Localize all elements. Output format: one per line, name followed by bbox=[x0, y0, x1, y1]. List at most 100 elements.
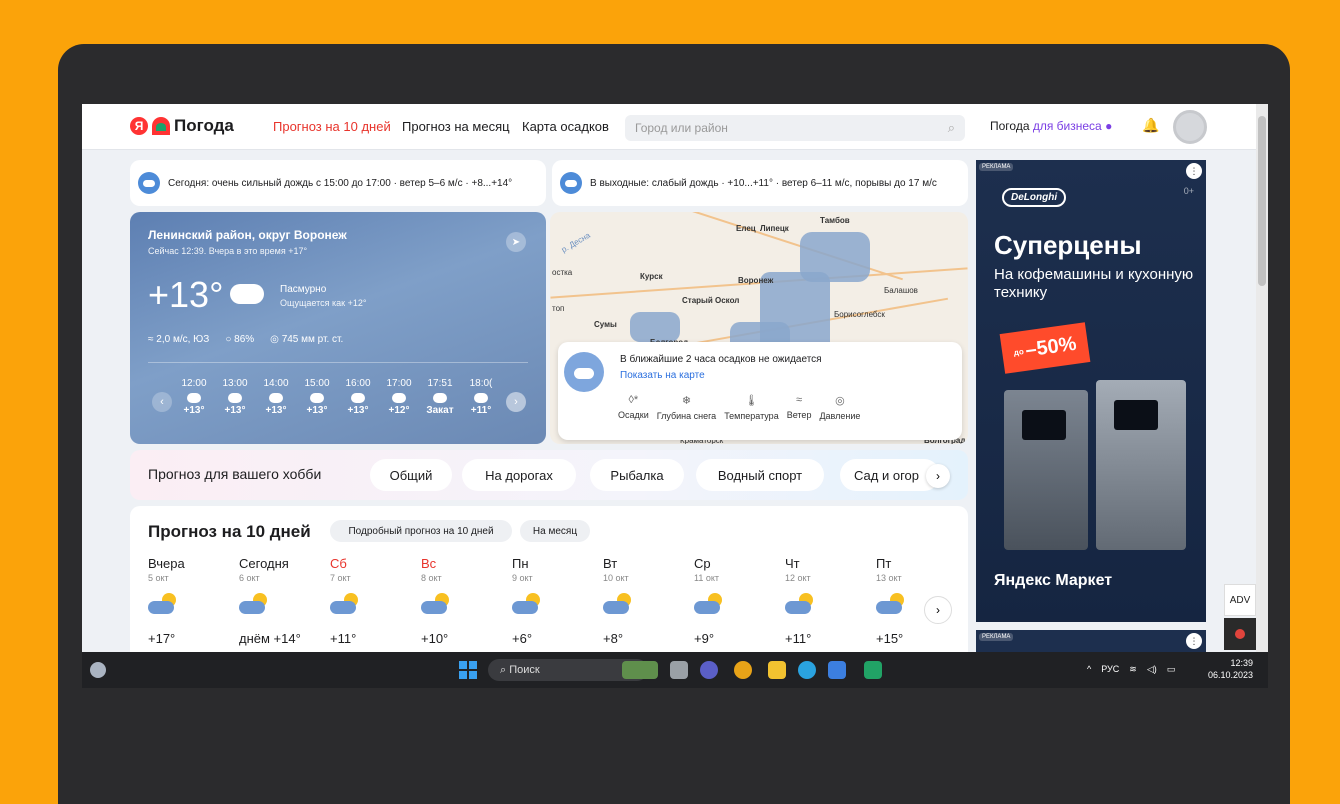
day-date: 9 окт bbox=[512, 573, 533, 583]
forecast-day[interactable]: Чт 12 окт +11° bbox=[785, 556, 876, 646]
ad-subline: На кофемашины и кухонную технику bbox=[994, 266, 1194, 301]
task-view-icon[interactable] bbox=[670, 661, 688, 679]
cloud-icon bbox=[230, 284, 264, 304]
precip-icon: ◊* bbox=[628, 394, 639, 406]
map-city: Борисоглебск bbox=[834, 310, 885, 319]
day-temp: +11° bbox=[330, 631, 357, 646]
store-icon[interactable] bbox=[828, 661, 846, 679]
search-icon[interactable]: ⌕ bbox=[948, 120, 955, 136]
more-icon[interactable]: ⋮ bbox=[1186, 633, 1202, 649]
day-date: 11 окт bbox=[694, 573, 720, 583]
nav-month[interactable]: Прогноз на месяц bbox=[402, 119, 510, 134]
clock[interactable]: 12:39 06.10.2023 bbox=[1208, 657, 1253, 681]
windows-start-icon[interactable] bbox=[459, 661, 477, 679]
hobby-chip-general[interactable]: Общий bbox=[370, 459, 452, 491]
day-temp: +17° bbox=[148, 631, 176, 646]
forecast-day[interactable]: Сб 7 окт +11° bbox=[330, 556, 421, 646]
volume-icon[interactable]: ◁) bbox=[1147, 664, 1157, 675]
hours-next-icon[interactable]: › bbox=[506, 392, 526, 412]
forecast-day[interactable]: Ср 11 окт +9° bbox=[694, 556, 785, 646]
folder-icon[interactable] bbox=[768, 661, 786, 679]
precip-map[interactable]: Елец Липецк Тамбов Курск Воронеж Старый … bbox=[550, 212, 968, 444]
layer-precip[interactable]: ◊* Осадки bbox=[618, 394, 649, 421]
map-river: р. Десна bbox=[559, 230, 592, 255]
ad-banner[interactable]: РЕКЛАМА ⋮ DeLonghi 0+ Суперцены На кофем… bbox=[976, 160, 1206, 622]
wind-value: 2,0 м/с, ЮЗ bbox=[156, 334, 210, 345]
geolocation-icon[interactable]: ➤ bbox=[506, 232, 526, 252]
forecast-day[interactable]: Вчера 5 окт +17° bbox=[148, 556, 239, 646]
current-weather-card[interactable]: Ленинский район, округ Воронеж Сейчас 12… bbox=[130, 212, 546, 444]
weather-widget-icon[interactable] bbox=[90, 662, 106, 678]
scrollbar[interactable] bbox=[1256, 104, 1268, 688]
battery-icon[interactable]: ▭ bbox=[1167, 664, 1176, 675]
weather-stats: ≈ 2,0 м/с, ЮЗ ○ 86% ◎ 745 мм рт. ст. bbox=[148, 334, 343, 345]
layer-temp[interactable]: 🌡 Температура bbox=[724, 394, 779, 421]
weather-icon bbox=[228, 393, 242, 403]
hobby-chip-fishing[interactable]: Рыбалка bbox=[590, 459, 684, 491]
show-on-map-link[interactable]: Показать на карте bbox=[620, 370, 705, 381]
forecast-day[interactable]: Пн 9 окт +6° bbox=[512, 556, 603, 646]
hobby-chip-water[interactable]: Водный спорт bbox=[696, 459, 824, 491]
day-date: 8 окт bbox=[421, 573, 442, 583]
hobby-chip-roads[interactable]: На дорогах bbox=[462, 459, 576, 491]
day-temp: днём +14° bbox=[239, 631, 301, 646]
widget-image[interactable] bbox=[622, 661, 658, 679]
day-date: 6 окт bbox=[239, 573, 260, 583]
chevron-right-icon[interactable]: › bbox=[924, 596, 952, 624]
language-indicator[interactable]: РУС bbox=[1101, 664, 1119, 675]
chevron-up-icon[interactable]: ^ bbox=[1087, 664, 1091, 675]
more-icon[interactable]: ⋮ bbox=[1186, 163, 1202, 179]
business-link-accent: для бизнеса bbox=[1032, 119, 1102, 133]
forecast-day[interactable]: Сегодня 6 окт днём +14° bbox=[239, 556, 330, 646]
sale-prefix: до bbox=[1013, 346, 1025, 357]
telegram-icon[interactable] bbox=[798, 661, 816, 679]
map-layers: ◊* Осадки ❄ Глубина снега 🌡 Температура ≈ Ве… bbox=[618, 394, 860, 421]
humidity-stat: ○ 86% bbox=[225, 334, 254, 345]
wind-icon: ≈ bbox=[796, 394, 803, 406]
month-button[interactable]: На месяц bbox=[520, 520, 590, 542]
forecast-day[interactable]: Вс 8 окт +10° bbox=[421, 556, 512, 646]
forecast-day[interactable]: Пт 13 окт +15° bbox=[876, 556, 967, 646]
excel-icon[interactable] bbox=[864, 661, 882, 679]
teams-icon[interactable] bbox=[700, 661, 718, 679]
bug-icon[interactable] bbox=[1224, 618, 1256, 650]
weather-icon bbox=[330, 593, 360, 615]
rain-icon bbox=[138, 172, 160, 194]
forecast-day[interactable]: Вт 10 окт +8° bbox=[603, 556, 694, 646]
hour-time: 12:00 bbox=[181, 378, 207, 389]
map-city: Воронеж bbox=[738, 276, 774, 285]
bell-icon[interactable]: 🔔 bbox=[1142, 117, 1159, 133]
sale-value: –50% bbox=[1023, 332, 1078, 362]
condition: Пасмурно bbox=[280, 284, 327, 295]
layer-wind[interactable]: ≈ Ветер bbox=[787, 394, 812, 421]
map-city: топ bbox=[552, 304, 565, 313]
day-name: Ср bbox=[694, 556, 711, 571]
hours-prev-icon[interactable]: ‹ bbox=[152, 392, 172, 412]
search-input[interactable]: Город или район ⌕ bbox=[625, 115, 965, 141]
wifi-icon[interactable]: ≋ bbox=[1129, 664, 1137, 675]
layer-snow[interactable]: ❄ Глубина снега bbox=[657, 394, 716, 421]
detailed-forecast-button[interactable]: Подробный прогноз на 10 дней bbox=[330, 520, 512, 542]
logo[interactable]: Я Погода bbox=[130, 116, 234, 136]
hour-temp: +13° bbox=[306, 405, 328, 416]
alert-today[interactable]: Сегодня: очень сильный дождь с 15:00 до … bbox=[130, 160, 546, 206]
scrollbar-thumb[interactable] bbox=[1258, 116, 1266, 286]
ad-market: Яндекс Маркет bbox=[994, 572, 1113, 589]
taskbar-search-label: Поиск bbox=[509, 664, 540, 676]
alert-weekend[interactable]: В выходные: слабый дождь · +10...+11° · … bbox=[552, 160, 968, 206]
hobby-title: Прогноз для вашего хобби bbox=[148, 466, 322, 482]
chrome-icon[interactable] bbox=[734, 661, 752, 679]
weather-icon bbox=[239, 593, 269, 615]
hour-time: 17:51 bbox=[427, 378, 453, 389]
hobby-chip-garden[interactable]: Сад и огор bbox=[840, 459, 940, 491]
business-link[interactable]: Погода для бизнеса ● bbox=[990, 119, 1112, 133]
adv-button[interactable]: ADV bbox=[1224, 584, 1256, 616]
nav-precip-map[interactable]: Карта осадков bbox=[522, 119, 609, 134]
hour-item: 12:00 +13° bbox=[178, 378, 210, 416]
coffee-machine-image bbox=[1004, 390, 1088, 550]
cloud-sun-icon bbox=[560, 172, 582, 194]
nav-10-days[interactable]: Прогноз на 10 дней bbox=[273, 119, 391, 134]
chevron-right-icon[interactable]: › bbox=[926, 464, 950, 488]
layer-pressure[interactable]: ◎ Давление bbox=[819, 394, 860, 421]
avatar[interactable] bbox=[1173, 110, 1207, 144]
